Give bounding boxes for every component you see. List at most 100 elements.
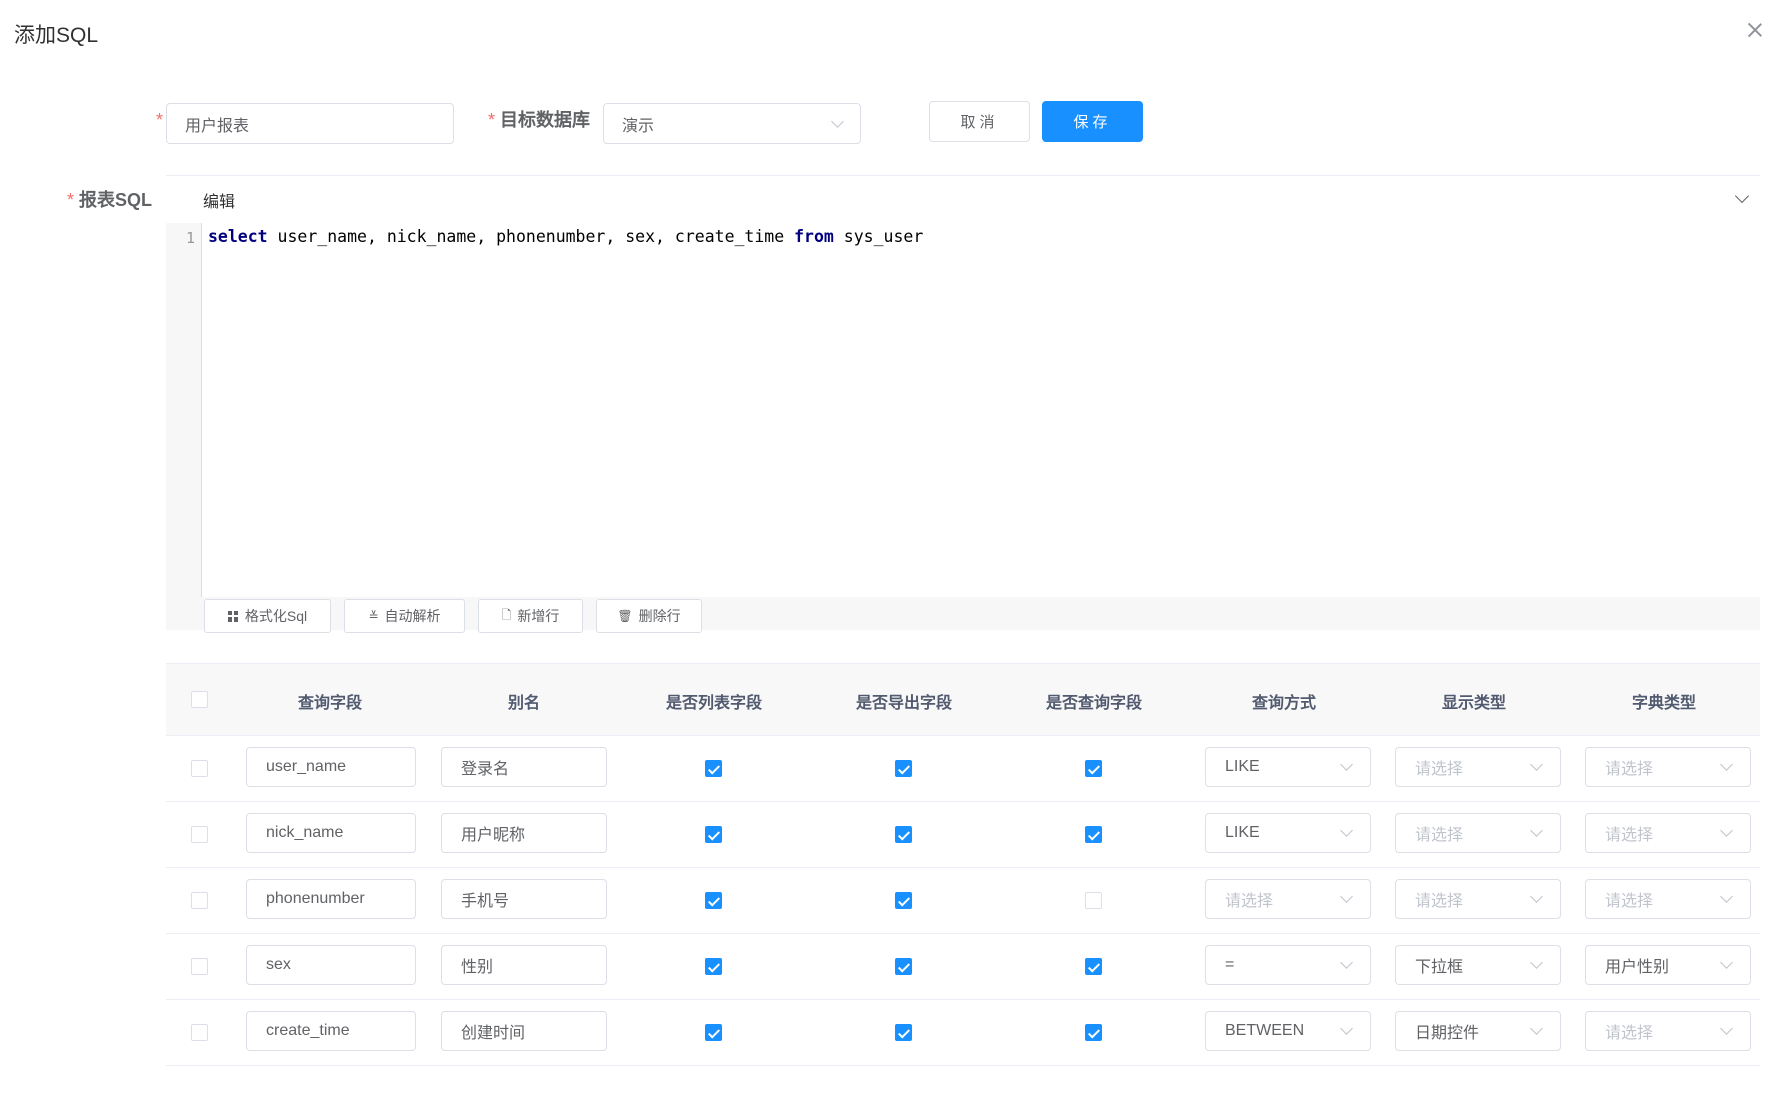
chevron-down-icon: [1720, 824, 1733, 837]
query-field-checkbox[interactable]: [1085, 826, 1102, 843]
collapse-title[interactable]: 编辑: [203, 188, 235, 212]
db-select-value: 演示: [622, 117, 655, 135]
chevron-down-icon: [1530, 758, 1543, 771]
sql-keyword: from: [794, 227, 834, 246]
chevron-down-icon[interactable]: [1734, 188, 1750, 204]
query-type-select[interactable]: BETWEEN: [1205, 1011, 1371, 1051]
display-type-select[interactable]: 请选择: [1395, 747, 1561, 787]
export-field-checkbox[interactable]: [895, 826, 912, 843]
delete-row-label: 删除行: [638, 608, 681, 624]
field-input[interactable]: phonenumber: [246, 879, 416, 919]
display-type-select-value: 请选择: [1415, 761, 1464, 778]
db-select[interactable]: 演示: [603, 103, 861, 144]
column-header: 是否查询字段: [1045, 694, 1142, 712]
column-header: 查询方式: [1251, 694, 1316, 712]
list-field-checkbox[interactable]: [705, 1024, 722, 1041]
alias-input-value: 登录名: [461, 761, 510, 778]
field-input[interactable]: user_name: [246, 747, 416, 787]
field-input-value: user_name: [266, 758, 347, 775]
required-mark: *: [155, 110, 163, 130]
query-type-select[interactable]: 请选择: [1205, 879, 1371, 919]
alias-input[interactable]: 用户昵称: [441, 813, 607, 853]
alias-input-value: 创建时间: [461, 1025, 526, 1042]
chevron-down-icon: [1720, 956, 1733, 969]
field-input-value: nick_name: [266, 824, 344, 841]
dict-type-select[interactable]: 用户性别: [1585, 945, 1751, 985]
alias-input[interactable]: 性别: [441, 945, 607, 985]
sql-label: * 报表SQL: [40, 186, 152, 212]
query-type-select[interactable]: LIKE: [1205, 747, 1371, 787]
trash-icon: 🗑: [617, 609, 633, 623]
field-input[interactable]: sex: [246, 945, 416, 985]
export-field-checkbox[interactable]: [895, 892, 912, 909]
dict-type-select[interactable]: 请选择: [1585, 747, 1751, 787]
column-header: 别名: [507, 694, 540, 712]
field-input[interactable]: create_time: [246, 1011, 416, 1051]
list-field-checkbox[interactable]: [705, 826, 722, 843]
display-type-select[interactable]: 请选择: [1395, 879, 1561, 919]
chevron-down-icon: [1530, 956, 1543, 969]
sql-code-line[interactable]: select user_name, nick_name, phonenumber…: [208, 227, 923, 246]
name-input[interactable]: 用户报表: [166, 103, 454, 144]
select-all-checkbox[interactable]: [191, 691, 208, 708]
query-field-checkbox[interactable]: [1085, 760, 1102, 777]
add-row-button[interactable]: 🗋 新增行: [478, 599, 583, 633]
format-sql-label: 格式化Sql: [244, 608, 308, 624]
format-sql-button[interactable]: 格式化Sql: [204, 599, 331, 633]
export-field-checkbox[interactable]: [895, 958, 912, 975]
table-row: user_name 登录名 LIKE 请选择 请选择: [166, 736, 1760, 802]
save-button[interactable]: 保存: [1042, 101, 1143, 142]
display-type-select-value: 下拉框: [1415, 959, 1464, 976]
collapse-divider: [166, 175, 1760, 176]
chevron-down-icon: [1340, 758, 1353, 771]
list-field-checkbox[interactable]: [705, 892, 722, 909]
auto-parse-button[interactable]: ≚ 自动解析: [344, 599, 465, 633]
row-select-checkbox[interactable]: [191, 826, 208, 843]
query-type-select[interactable]: LIKE: [1205, 813, 1371, 853]
display-type-select[interactable]: 下拉框: [1395, 945, 1561, 985]
list-field-checkbox[interactable]: [705, 958, 722, 975]
close-icon[interactable]: [1745, 20, 1765, 40]
table-row: nick_name 用户昵称 LIKE 请选择 请选择: [166, 802, 1760, 868]
export-field-checkbox[interactable]: [895, 1024, 912, 1041]
sql-text: sys_user: [833, 227, 924, 246]
alias-input-value: 手机号: [461, 893, 510, 910]
query-field-checkbox[interactable]: [1085, 892, 1102, 909]
row-select-checkbox[interactable]: [191, 958, 208, 975]
display-type-select[interactable]: 请选择: [1395, 813, 1561, 853]
sql-label-text: 报表SQL: [78, 190, 152, 210]
list-field-checkbox[interactable]: [705, 760, 722, 777]
export-field-checkbox[interactable]: [895, 760, 912, 777]
field-input[interactable]: nick_name: [246, 813, 416, 853]
row-select-checkbox[interactable]: [191, 760, 208, 777]
query-type-select[interactable]: =: [1205, 945, 1371, 985]
query-field-checkbox[interactable]: [1085, 1024, 1102, 1041]
dict-type-select-value: 请选择: [1605, 761, 1654, 778]
chevron-down-icon: [1720, 1022, 1733, 1035]
cancel-button[interactable]: 取消: [929, 101, 1030, 142]
row-select-checkbox[interactable]: [191, 892, 208, 909]
auto-parse-label: 自动解析: [384, 608, 441, 624]
alias-input[interactable]: 创建时间: [441, 1011, 607, 1051]
query-type-select-value: =: [1225, 956, 1235, 973]
required-mark: *: [66, 190, 74, 210]
sql-keyword: select: [208, 227, 268, 246]
sql-editor[interactable]: 1 select user_name, nick_name, phonenumb…: [166, 223, 1760, 633]
display-type-select[interactable]: 日期控件: [1395, 1011, 1561, 1051]
column-header: 查询字段: [297, 694, 362, 712]
dict-type-select[interactable]: 请选择: [1585, 813, 1751, 853]
display-type-select-value: 请选择: [1415, 827, 1464, 844]
query-field-checkbox[interactable]: [1085, 958, 1102, 975]
dict-type-select[interactable]: 请选择: [1585, 879, 1751, 919]
field-input-value: create_time: [266, 1022, 350, 1039]
delete-row-button[interactable]: 🗑 删除行: [596, 599, 702, 633]
row-select-checkbox[interactable]: [191, 1024, 208, 1041]
dict-type-select[interactable]: 请选择: [1585, 1011, 1751, 1051]
alias-input[interactable]: 登录名: [441, 747, 607, 787]
query-type-select-value: LIKE: [1225, 758, 1260, 775]
column-header: 是否导出字段: [855, 694, 952, 712]
chevron-down-icon: [1530, 1022, 1543, 1035]
table-row: sex 性别 = 下拉框 用户性别: [166, 934, 1760, 1000]
sql-text: user_name, nick_name, phonenumber, sex, …: [267, 227, 795, 246]
alias-input[interactable]: 手机号: [441, 879, 607, 919]
